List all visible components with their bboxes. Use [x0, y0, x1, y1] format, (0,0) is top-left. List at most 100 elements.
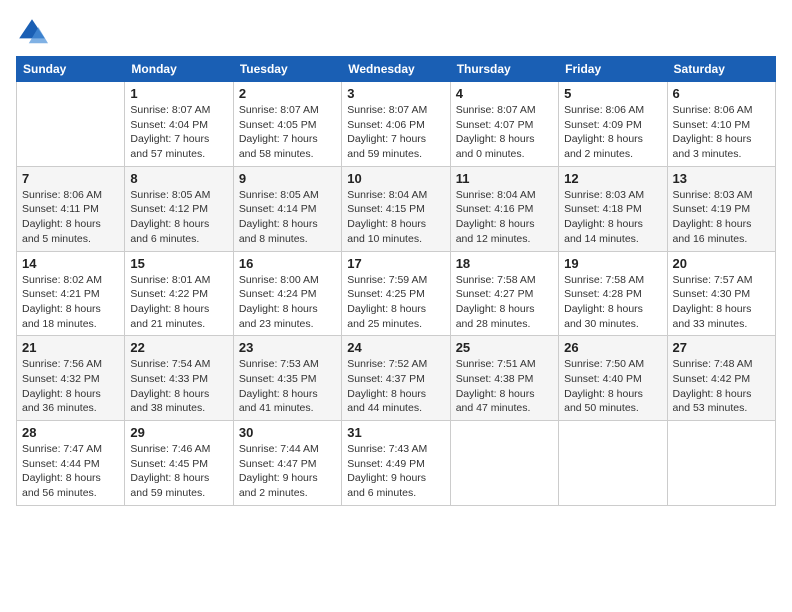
day-info: Sunrise: 8:04 AM Sunset: 4:16 PM Dayligh…: [456, 188, 553, 247]
day-cell: 3 Sunrise: 8:07 AM Sunset: 4:06 PM Daylig…: [342, 82, 450, 167]
day-info: Sunrise: 8:07 AM Sunset: 4:07 PM Dayligh…: [456, 103, 553, 162]
day-info: Sunrise: 7:48 AM Sunset: 4:42 PM Dayligh…: [673, 357, 770, 416]
day-info: Sunrise: 8:03 AM Sunset: 4:19 PM Dayligh…: [673, 188, 770, 247]
week-row-5: 28Sunrise: 7:47 AM Sunset: 4:44 PM Dayli…: [17, 421, 776, 506]
day-cell: [559, 421, 667, 506]
day-number: 11: [456, 171, 553, 186]
day-number: 8: [130, 171, 227, 186]
day-cell: [450, 421, 558, 506]
day-header-saturday: Saturday: [667, 57, 775, 82]
day-cell: 19 Sunrise: 7:58 AM Sunset: 4:28 PM Dayli…: [559, 251, 667, 336]
day-cell: 26 Sunrise: 7:50 AM Sunset: 4:40 PM Dayli…: [559, 336, 667, 421]
day-info: Sunrise: 7:44 AM Sunset: 4:47 PM Dayligh…: [239, 442, 336, 501]
day-info: Sunrise: 7:57 AM Sunset: 4:30 PM Dayligh…: [673, 273, 770, 332]
day-header-wednesday: Wednesday: [342, 57, 450, 82]
day-info: Sunrise: 7:43 AM Sunset: 4:49 PM Dayligh…: [347, 442, 444, 501]
day-cell: 24 Sunrise: 7:52 AM Sunset: 4:37 PM Dayli…: [342, 336, 450, 421]
day-header-tuesday: Tuesday: [233, 57, 341, 82]
day-number: 9: [239, 171, 336, 186]
day-info: Sunrise: 7:58 AM Sunset: 4:27 PM Dayligh…: [456, 273, 553, 332]
day-cell: 12Sunrise: 8:03 AM Sunset: 4:18 PM Dayli…: [559, 166, 667, 251]
day-number: 30: [239, 425, 336, 440]
day-cell: 22Sunrise: 7:54 AM Sunset: 4:33 PM Dayli…: [125, 336, 233, 421]
day-header-friday: Friday: [559, 57, 667, 82]
day-cell: 4 Sunrise: 8:07 AM Sunset: 4:07 PM Daylig…: [450, 82, 558, 167]
day-number: 3: [347, 86, 444, 101]
week-row-4: 21 Sunrise: 7:56 AM Sunset: 4:32 PM Dayli…: [17, 336, 776, 421]
day-number: 15: [130, 256, 227, 271]
day-info: Sunrise: 8:03 AM Sunset: 4:18 PM Dayligh…: [564, 188, 661, 247]
day-number: 24: [347, 340, 444, 355]
day-cell: 18 Sunrise: 7:58 AM Sunset: 4:27 PM Dayli…: [450, 251, 558, 336]
day-cell: 10Sunrise: 8:04 AM Sunset: 4:15 PM Dayli…: [342, 166, 450, 251]
day-info: Sunrise: 8:06 AM Sunset: 4:10 PM Dayligh…: [673, 103, 770, 162]
day-cell: 13 Sunrise: 8:03 AM Sunset: 4:19 PM Dayli…: [667, 166, 775, 251]
day-info: Sunrise: 8:07 AM Sunset: 4:04 PM Dayligh…: [130, 103, 227, 162]
day-cell: 27 Sunrise: 7:48 AM Sunset: 4:42 PM Dayli…: [667, 336, 775, 421]
day-cell: 11 Sunrise: 8:04 AM Sunset: 4:16 PM Dayli…: [450, 166, 558, 251]
day-info: Sunrise: 7:56 AM Sunset: 4:32 PM Dayligh…: [22, 357, 119, 416]
day-cell: 25Sunrise: 7:51 AM Sunset: 4:38 PM Dayli…: [450, 336, 558, 421]
day-cell: 8Sunrise: 8:05 AM Sunset: 4:12 PM Daylig…: [125, 166, 233, 251]
day-cell: 16 Sunrise: 8:00 AM Sunset: 4:24 PM Dayli…: [233, 251, 341, 336]
day-number: 2: [239, 86, 336, 101]
day-info: Sunrise: 8:06 AM Sunset: 4:11 PM Dayligh…: [22, 188, 119, 247]
day-info: Sunrise: 7:54 AM Sunset: 4:33 PM Dayligh…: [130, 357, 227, 416]
day-info: Sunrise: 7:46 AM Sunset: 4:45 PM Dayligh…: [130, 442, 227, 501]
day-number: 25: [456, 340, 553, 355]
day-info: Sunrise: 7:50 AM Sunset: 4:40 PM Dayligh…: [564, 357, 661, 416]
day-number: 29: [130, 425, 227, 440]
day-cell: 21 Sunrise: 7:56 AM Sunset: 4:32 PM Dayli…: [17, 336, 125, 421]
day-number: 1: [130, 86, 227, 101]
day-cell: 2Sunrise: 8:07 AM Sunset: 4:05 PM Daylig…: [233, 82, 341, 167]
day-cell: 28Sunrise: 7:47 AM Sunset: 4:44 PM Dayli…: [17, 421, 125, 506]
day-cell: [17, 82, 125, 167]
day-info: Sunrise: 8:06 AM Sunset: 4:09 PM Dayligh…: [564, 103, 661, 162]
day-info: Sunrise: 8:07 AM Sunset: 4:06 PM Dayligh…: [347, 103, 444, 162]
day-cell: [667, 421, 775, 506]
day-number: 17: [347, 256, 444, 271]
day-header-thursday: Thursday: [450, 57, 558, 82]
day-info: Sunrise: 8:04 AM Sunset: 4:15 PM Dayligh…: [347, 188, 444, 247]
day-info: Sunrise: 7:52 AM Sunset: 4:37 PM Dayligh…: [347, 357, 444, 416]
logo: [16, 16, 52, 48]
week-row-1: 1 Sunrise: 8:07 AM Sunset: 4:04 PM Daylig…: [17, 82, 776, 167]
day-number: 27: [673, 340, 770, 355]
day-info: Sunrise: 7:53 AM Sunset: 4:35 PM Dayligh…: [239, 357, 336, 416]
day-cell: 9 Sunrise: 8:05 AM Sunset: 4:14 PM Daylig…: [233, 166, 341, 251]
day-number: 4: [456, 86, 553, 101]
logo-icon: [16, 16, 48, 48]
day-cell: 31 Sunrise: 7:43 AM Sunset: 4:49 PM Dayli…: [342, 421, 450, 506]
day-cell: 5 Sunrise: 8:06 AM Sunset: 4:09 PM Daylig…: [559, 82, 667, 167]
day-number: 19: [564, 256, 661, 271]
day-number: 6: [673, 86, 770, 101]
day-cell: 30 Sunrise: 7:44 AM Sunset: 4:47 PM Dayli…: [233, 421, 341, 506]
week-row-2: 7 Sunrise: 8:06 AM Sunset: 4:11 PM Daylig…: [17, 166, 776, 251]
day-cell: 29 Sunrise: 7:46 AM Sunset: 4:45 PM Dayli…: [125, 421, 233, 506]
day-info: Sunrise: 8:02 AM Sunset: 4:21 PM Dayligh…: [22, 273, 119, 332]
day-cell: 1 Sunrise: 8:07 AM Sunset: 4:04 PM Daylig…: [125, 82, 233, 167]
day-number: 14: [22, 256, 119, 271]
day-number: 16: [239, 256, 336, 271]
day-cell: 14 Sunrise: 8:02 AM Sunset: 4:21 PM Dayli…: [17, 251, 125, 336]
page-header: [16, 16, 776, 48]
week-row-3: 14 Sunrise: 8:02 AM Sunset: 4:21 PM Dayli…: [17, 251, 776, 336]
day-number: 21: [22, 340, 119, 355]
day-number: 28: [22, 425, 119, 440]
day-header-sunday: Sunday: [17, 57, 125, 82]
day-number: 5: [564, 86, 661, 101]
day-cell: 6 Sunrise: 8:06 AM Sunset: 4:10 PM Daylig…: [667, 82, 775, 167]
day-number: 7: [22, 171, 119, 186]
day-info: Sunrise: 7:58 AM Sunset: 4:28 PM Dayligh…: [564, 273, 661, 332]
header-row: SundayMondayTuesdayWednesdayThursdayFrid…: [17, 57, 776, 82]
day-number: 31: [347, 425, 444, 440]
day-number: 13: [673, 171, 770, 186]
day-cell: 15Sunrise: 8:01 AM Sunset: 4:22 PM Dayli…: [125, 251, 233, 336]
day-number: 18: [456, 256, 553, 271]
day-number: 23: [239, 340, 336, 355]
day-number: 20: [673, 256, 770, 271]
day-info: Sunrise: 8:00 AM Sunset: 4:24 PM Dayligh…: [239, 273, 336, 332]
day-info: Sunrise: 8:05 AM Sunset: 4:14 PM Dayligh…: [239, 188, 336, 247]
day-number: 26: [564, 340, 661, 355]
day-cell: 20 Sunrise: 7:57 AM Sunset: 4:30 PM Dayli…: [667, 251, 775, 336]
